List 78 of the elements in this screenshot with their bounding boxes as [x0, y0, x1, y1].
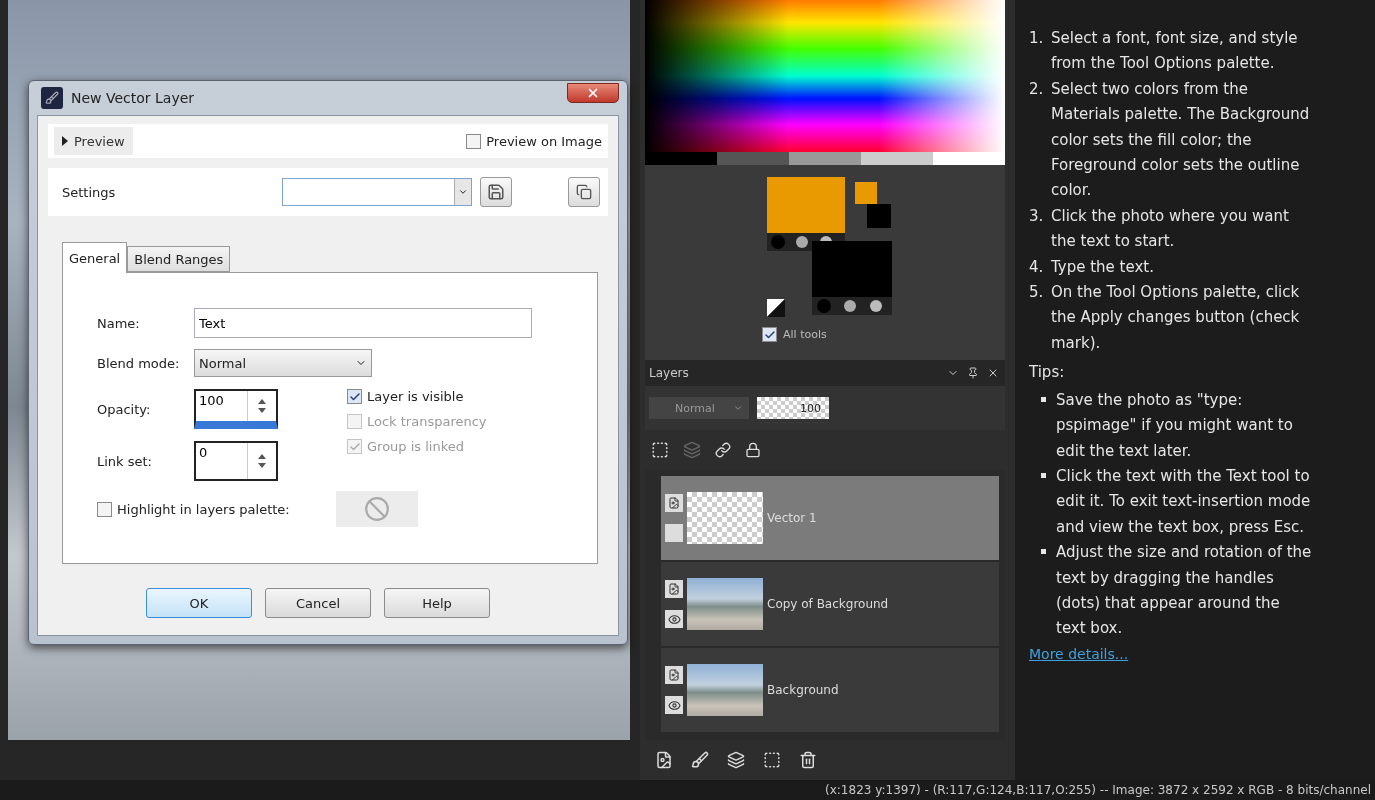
mask-square-icon [665, 524, 683, 542]
tip-text: Save the photo as "type: pspimage" if you might want to edit the text later. [1056, 389, 1294, 462]
checkbox[interactable] [347, 389, 362, 404]
step-number: 3. [1029, 205, 1045, 227]
settings-label: Settings [62, 184, 116, 200]
field-label: Name: [97, 315, 141, 331]
link-icon[interactable] [715, 442, 731, 458]
layer-type-icon [665, 580, 683, 598]
settings-dropdown[interactable] [282, 178, 472, 206]
layer-name: Background [767, 683, 839, 697]
close-icon [586, 86, 600, 100]
field-label: Opacity: [97, 401, 152, 417]
step-text: Select two colors from the Materials palette. The Background color sets the fill color; the Foreground color sets the outline color. [1051, 78, 1311, 202]
step-number: 5. [1029, 282, 1045, 304]
copy-icon [576, 184, 592, 200]
highlight-color-button[interactable] [335, 491, 418, 527]
palette-title: Layers [649, 366, 689, 380]
delete-icon[interactable] [799, 751, 817, 769]
step-number: 2. [1029, 78, 1045, 100]
checkbox-label: Highlight in layers palette: [117, 501, 290, 517]
dialog-button[interactable]: Help [384, 588, 490, 618]
checkbox-label: All tools [783, 328, 827, 341]
checkbox-label: Preview on Image [486, 133, 602, 149]
close-icon[interactable] [987, 367, 999, 379]
new-layer-icon[interactable] [655, 751, 673, 769]
tab[interactable]: Blend Ranges [127, 246, 231, 272]
layer-row[interactable]: Background [661, 648, 999, 732]
color-spectrum[interactable] [645, 0, 1005, 152]
group-icon[interactable] [763, 751, 781, 769]
layer-name: Vector 1 [767, 511, 817, 525]
checkbox[interactable] [762, 327, 777, 342]
eye-icon[interactable] [665, 610, 683, 628]
layer-name: Copy of Background [767, 597, 889, 611]
layer-row[interactable]: Copy of Background [661, 562, 999, 646]
step-number: 4. [1029, 256, 1045, 278]
edit-selection-icon[interactable] [651, 441, 669, 459]
step-text: On the Tool Options palette, click the Apply changes button (check mark). [1051, 282, 1301, 354]
step-text: Click the photo where you want the text to start. [1051, 205, 1290, 253]
tips-heading: Tips: [1029, 362, 1066, 384]
layer-type-icon [665, 494, 683, 512]
preview-toggle[interactable]: Preview [54, 127, 133, 155]
grayscale-strip[interactable] [645, 152, 1005, 165]
checkbox-label: Group is linked [367, 439, 464, 454]
more-details-link[interactable]: More details... [1029, 645, 1129, 662]
save-button[interactable] [480, 177, 512, 207]
blend-mode-dropdown[interactable]: Normal [194, 349, 372, 377]
dialog-button[interactable]: Cancel [265, 588, 371, 618]
lock-icon[interactable] [745, 442, 761, 458]
link-set-spinner[interactable]: 0 [194, 441, 278, 481]
dialog-button[interactable]: OK [146, 588, 252, 618]
tip-text: Click the text with the Text tool to edit it. To exit text-insertion mode and view the text box, press Esc. [1056, 465, 1312, 538]
app-icon [41, 87, 63, 109]
field-label: Blend mode: [97, 355, 181, 371]
step-text: Select a font, font size, and style from the Tool Options palette. [1051, 28, 1299, 75]
checkbox-label: Layer is visible [367, 389, 464, 404]
spin-arrows-icon[interactable] [256, 452, 268, 470]
checkbox[interactable] [466, 133, 482, 149]
step-number: 1. [1029, 28, 1045, 49]
checkbox-label: Lock transparency [367, 414, 487, 429]
eye-icon[interactable] [665, 696, 683, 714]
layers-icon[interactable] [683, 441, 701, 459]
step-text: Type the text. [1051, 256, 1155, 278]
copy-button[interactable] [568, 177, 600, 207]
pin-icon[interactable] [967, 367, 979, 379]
mask-icon[interactable] [727, 751, 745, 769]
layer-type-icon [665, 666, 683, 684]
close-button[interactable] [567, 83, 619, 103]
name-field[interactable]: Text [194, 308, 532, 338]
tip-text: Adjust the size and rotation of the text by dragging the handles (dots) that appear around the text box. [1056, 542, 1313, 640]
window-title: New Vector Layer [71, 90, 196, 106]
adjustment-layer-icon[interactable] [691, 751, 709, 769]
tab[interactable]: General [62, 242, 128, 273]
checkbox[interactable] [97, 501, 112, 517]
field-label: Link set: [97, 453, 153, 469]
opacity-field[interactable]: 100 [757, 397, 829, 419]
spin-arrows-icon[interactable] [256, 397, 268, 415]
no-symbol-icon [363, 496, 390, 522]
opacity-spinner[interactable]: 100 [194, 389, 278, 429]
